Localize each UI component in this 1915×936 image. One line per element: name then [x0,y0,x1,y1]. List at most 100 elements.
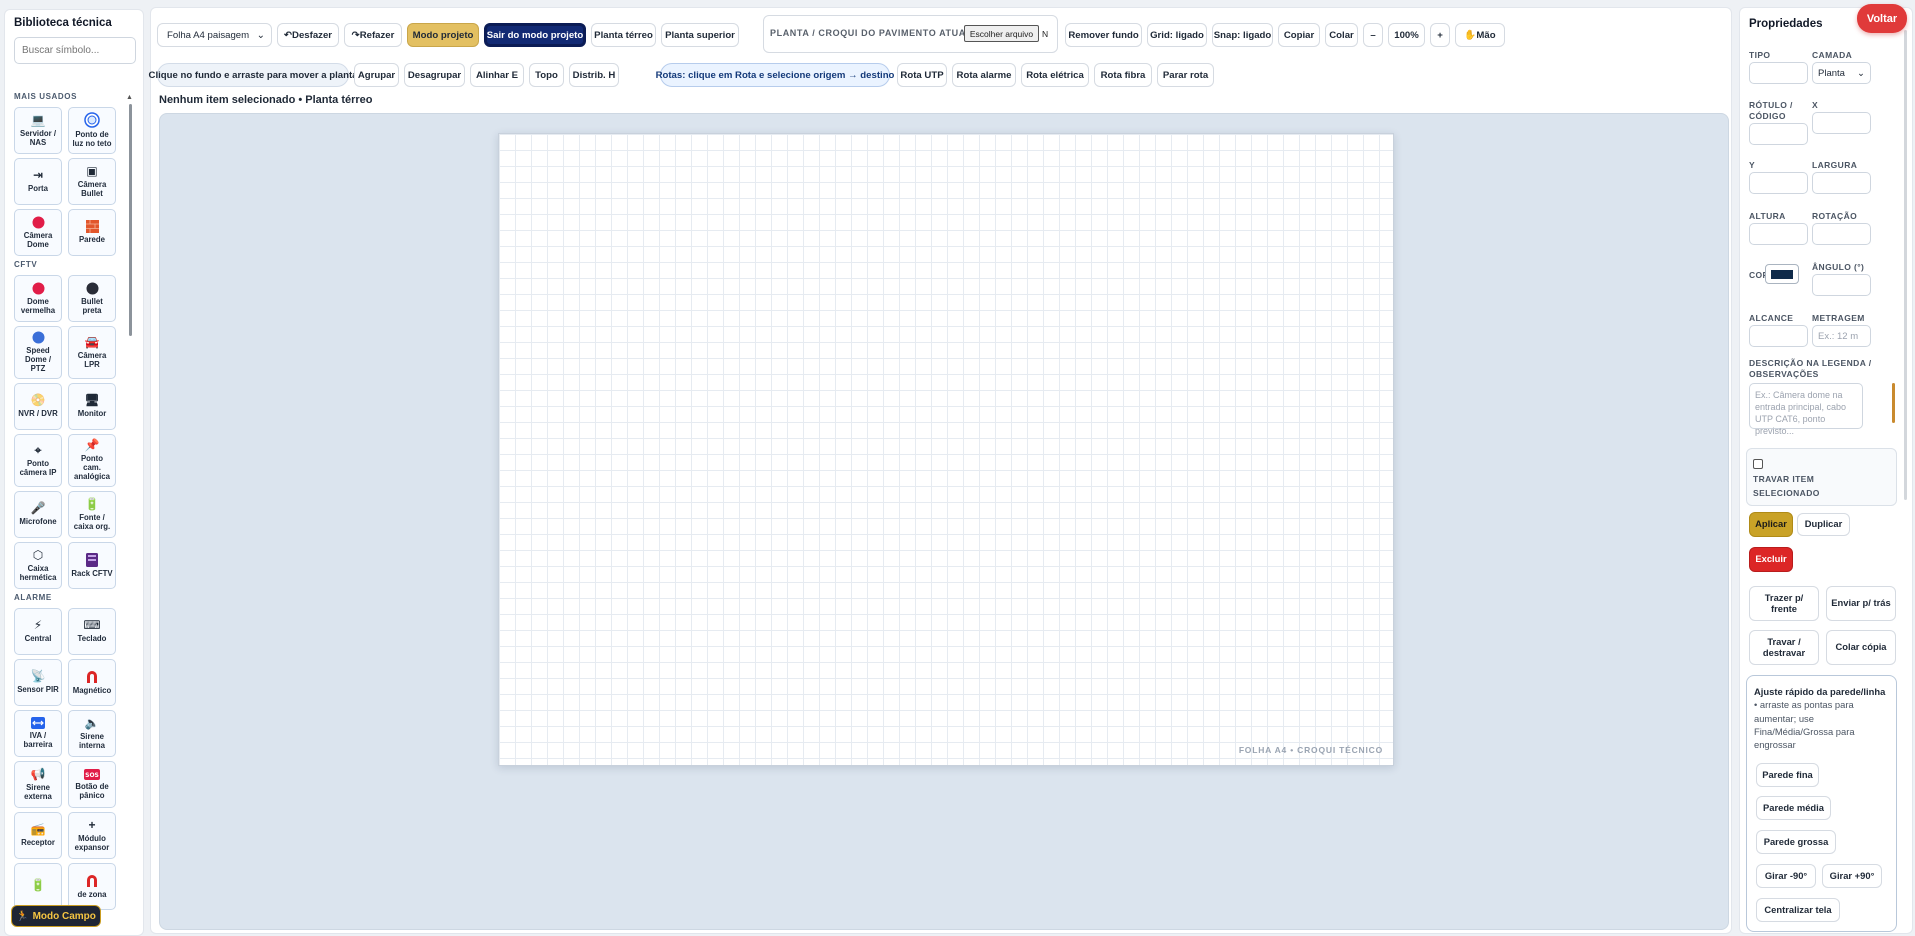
apply-button[interactable]: Aplicar [1749,512,1793,537]
properties-scrollbar-thumb[interactable] [1904,30,1907,500]
route-electric-button[interactable]: Rota elétrica [1021,63,1089,87]
symbol-porta[interactable]: ⇥ Porta [14,158,62,205]
microphone-icon: 🎤 [30,501,46,516]
symbol-caixa-hermetica[interactable]: ⬡ Caixa hermética [14,542,62,589]
symbol-ponto-cam-analogica[interactable]: 📌 Ponto cam. analógica [68,434,116,487]
symbol-camera-bullet[interactable]: ▣ Câmera Bullet [68,158,116,205]
svg-text:SOS: SOS [85,772,99,779]
project-mode-button[interactable]: Modo projeto [407,23,479,47]
paste-button[interactable]: Colar [1325,23,1358,47]
bring-to-front-button[interactable]: Trazer p/ frente [1749,586,1819,621]
symbol-sirene-interna[interactable]: 🔈 Sirene interna [68,710,116,757]
hand-tool-button[interactable]: ✋ Mão [1455,23,1505,47]
rotulo-field[interactable] [1749,123,1808,145]
redo-button[interactable]: ↷ Refazer [344,23,402,47]
symbol-alarm-partial[interactable]: 🔋 [14,863,62,910]
lock-item-checkbox[interactable] [1753,459,1763,469]
symbol-servidor-nas[interactable]: 💻 Servidor / NAS [14,107,62,154]
symbol-ponto-camera-ip[interactable]: ⌖ Ponto câmera IP [14,434,62,487]
library-scrollbar-thumb[interactable] [129,104,132,336]
plant-ground-button[interactable]: Planta térreo [591,23,656,47]
symbol-sensor-pir[interactable]: 📡 Sensor PIR [14,659,62,706]
sheet-format-select[interactable]: Folha A4 paisagem ⌄ [157,23,272,47]
altura-field[interactable] [1749,223,1808,245]
remove-background-button[interactable]: Remover fundo [1065,23,1142,47]
a4-sheet-canvas[interactable]: FOLHA A4 • CROQUI TÉCNICO [498,133,1394,766]
megaphone-icon: 📢 [30,766,46,781]
align-left-button[interactable]: Alinhar E [470,63,524,87]
symbol-parede[interactable]: Parede [68,209,116,256]
symbol-camera-lpr[interactable]: 🚘 Câmera LPR [68,326,116,379]
symbol-botao-panico[interactable]: SOS Botão de pânico [68,761,116,808]
wall-medium-button[interactable]: Parede média [1756,796,1831,820]
center-screen-button[interactable]: Centralizar tela [1756,898,1840,922]
zoom-in-button[interactable]: + [1430,23,1450,47]
grid-toggle-button[interactable]: Grid: ligado [1147,23,1207,47]
group-button[interactable]: Agrupar [354,63,399,87]
camada-select[interactable]: Planta ⌄ [1812,62,1871,84]
symbol-nvr-dvr[interactable]: 📀 NVR / DVR [14,383,62,430]
description-scrollbar-thumb[interactable] [1892,383,1895,423]
symbol-speed-dome-ptz[interactable]: Speed Dome / PTZ [14,326,62,379]
zoom-out-button[interactable]: – [1363,23,1383,47]
route-alarm-button[interactable]: Rota alarme [952,63,1016,87]
redo-icon: ↷ [351,29,360,41]
rotate-plus-90-button[interactable]: Girar +90° [1822,864,1882,888]
symbol-microfone[interactable]: 🎤 Microfone [14,491,62,538]
distribute-horizontal-button[interactable]: Distrib. H [569,63,619,87]
symbol-ponto-luz-teto[interactable]: Ponto de luz no teto [68,107,116,154]
modo-campo-button[interactable]: 🏃 Modo Campo [11,905,101,927]
send-to-back-button[interactable]: Enviar p/ trás [1826,586,1896,621]
symbol-rack-cftv[interactable]: Rack CFTV [68,542,116,589]
choose-file-button[interactable]: Escolher arquivo [964,25,1039,42]
alcance-field[interactable] [1749,325,1808,347]
route-fiber-button[interactable]: Rota fibra [1094,63,1152,87]
symbol-bullet-preta[interactable]: Bullet preta [68,275,116,322]
symbol-sirene-externa[interactable]: 📢 Sirene externa [14,761,62,808]
exit-project-mode-button[interactable]: Sair do modo projeto [484,23,586,47]
symbol-receptor[interactable]: 📻 Receptor [14,812,62,859]
symbol-central[interactable]: ⚡ Central [14,608,62,655]
location-pin-icon: ⌖ [34,442,42,457]
duplicate-button[interactable]: Duplicar [1797,513,1850,536]
largura-field[interactable] [1812,172,1871,194]
descricao-textarea[interactable]: Ex.: Câmera dome na entrada principal, c… [1749,383,1863,436]
snap-toggle-button[interactable]: Snap: ligado [1212,23,1273,47]
symbol-monitor[interactable]: 🖥 Monitor [68,383,116,430]
wall-thick-button[interactable]: Parede grossa [1756,830,1836,854]
lightning-icon: ⚡ [33,618,43,633]
symbol-list[interactable]: MAIS USADOS 💻 Servidor / NAS Ponto de luz… [5,88,143,935]
lock-unlock-button[interactable]: Travar / destravar [1749,630,1819,665]
x-field[interactable] [1812,112,1871,134]
wall-thin-button[interactable]: Parede fina [1756,763,1819,787]
stop-route-button[interactable]: Parar rota [1157,63,1214,87]
symbol-dome-vermelha[interactable]: Dome vermelha [14,275,62,322]
symbol-de-zona[interactable]: de zona [68,863,116,910]
monitor-icon: 🖥 [84,393,100,408]
rotacao-field[interactable] [1812,223,1871,245]
color-picker-swatch[interactable] [1765,264,1799,284]
scroll-up-arrow-icon[interactable]: ▲ [126,94,133,101]
back-button[interactable]: Voltar [1857,4,1907,33]
symbol-teclado[interactable]: ⌨ Teclado [68,608,116,655]
canvas-viewport[interactable]: FOLHA A4 • CROQUI TÉCNICO [159,113,1729,930]
angulo-field[interactable] [1812,274,1871,296]
align-top-button[interactable]: Topo [529,63,564,87]
paste-copy-button[interactable]: Colar cópia [1826,630,1896,665]
delete-button[interactable]: Excluir [1749,547,1793,572]
plant-upper-button[interactable]: Planta superior [661,23,739,47]
symbol-magnetico[interactable]: Magnético [68,659,116,706]
metragem-field[interactable]: Ex.: 12 m [1812,325,1871,347]
rotate-minus-90-button[interactable]: Girar -90° [1756,864,1816,888]
symbol-search-input[interactable] [14,37,136,64]
route-utp-button[interactable]: Rota UTP [897,63,947,87]
tipo-field[interactable] [1749,62,1808,84]
copy-button[interactable]: Copiar [1278,23,1320,47]
symbol-modulo-expansor[interactable]: + Módulo expansor [68,812,116,859]
undo-button[interactable]: ↶ Desfazer [277,23,339,47]
ungroup-button[interactable]: Desagrupar [404,63,465,87]
y-field[interactable] [1749,172,1808,194]
symbol-camera-dome[interactable]: Câmera Dome [14,209,62,256]
symbol-iva-barreira[interactable]: IVA / barreira [14,710,62,757]
symbol-fonte-caixa-org[interactable]: 🔋 Fonte / caixa org. [68,491,116,538]
